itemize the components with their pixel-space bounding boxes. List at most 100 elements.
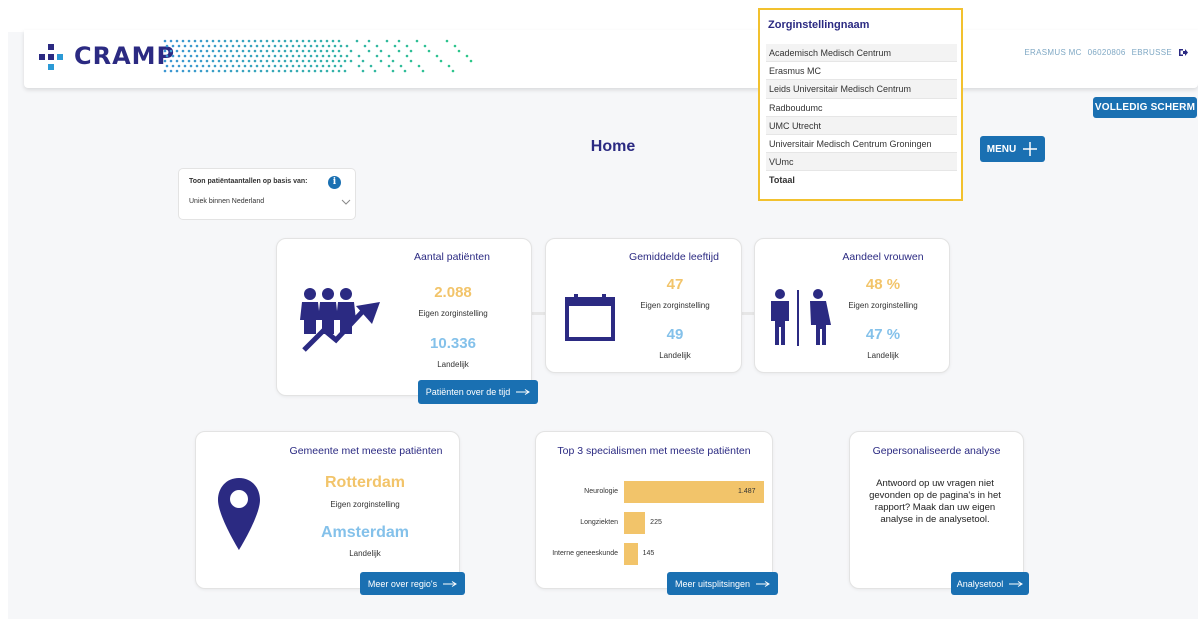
decorative-dot [303, 44, 307, 48]
decorative-dot [189, 54, 193, 58]
decorative-dot [325, 69, 329, 73]
decorative-dot [369, 64, 373, 68]
more-breakdowns-button[interactable]: Meer uitsplitsingen [667, 572, 778, 595]
decorative-dot [469, 59, 473, 63]
bar-value-label: 225 [650, 519, 662, 526]
decorative-dot [357, 64, 361, 68]
bar-category-label: Neurologie [584, 488, 618, 495]
decorative-dot [387, 54, 391, 58]
dropdown-option[interactable]: VUmc [766, 153, 957, 172]
dropdown-option[interactable]: Universitair Medisch Centrum Groningen [766, 135, 957, 154]
decorative-dot [165, 54, 169, 58]
decorative-dot [327, 54, 331, 58]
decorative-dot [393, 44, 397, 48]
menu-button[interactable]: MENU [980, 136, 1045, 162]
user-id: 06020806 [1087, 48, 1126, 57]
more-regions-button[interactable]: Meer over regio's [360, 572, 465, 595]
decorative-dot [279, 44, 283, 48]
fullscreen-button[interactable]: VOLLEDIG SCHERM [1093, 97, 1197, 118]
decorative-dot [181, 69, 185, 73]
logout-icon[interactable] [1178, 48, 1188, 57]
decorative-dot [313, 69, 317, 73]
decorative-dot [225, 54, 229, 58]
municipality-national-value: Amsterdam [320, 524, 410, 541]
decorative-dot [439, 59, 443, 63]
decorative-dot [361, 69, 365, 73]
decorative-dot [229, 59, 233, 63]
dropdown-option[interactable]: Erasmus MC [766, 62, 957, 81]
dropdown-option[interactable]: Radboudumc [766, 99, 957, 117]
decorative-dot [361, 59, 365, 63]
decorative-dot [289, 39, 293, 43]
decorative-dot [321, 64, 325, 68]
decorative-dot [315, 44, 319, 48]
decorative-dot [169, 59, 173, 63]
decorative-dot [283, 59, 287, 63]
decorative-dot [319, 59, 323, 63]
decorative-dot [265, 39, 269, 43]
location-pin-icon [218, 478, 260, 550]
patients-national-value: 10.336 [430, 335, 476, 352]
decorative-dot [213, 44, 217, 48]
card-municipality-title: Gemeente met meeste patiënten [289, 445, 443, 457]
decorative-dot [403, 69, 407, 73]
decorative-dot [391, 69, 395, 73]
decorative-dot [283, 49, 287, 53]
decorative-dot [309, 54, 313, 58]
decorative-dot [253, 59, 257, 63]
decorative-dot [315, 64, 319, 68]
calendar-icon [565, 294, 615, 341]
dropdown-list: Academisch Medisch Centrum Erasmus MC Le… [766, 44, 957, 190]
card-specialisms-title: Top 3 specialismen met meeste patiënten [557, 445, 751, 457]
decorative-dot [363, 44, 367, 48]
bar-value-label: 145 [642, 550, 655, 557]
dropdown-option[interactable]: Leids Universitair Medisch Centrum [766, 80, 957, 99]
logo-icon [39, 44, 63, 70]
decorative-dot [349, 49, 353, 53]
decorative-dot [183, 54, 187, 58]
patients-own-value: 2.088 [434, 284, 472, 301]
decorative-dot [465, 54, 469, 58]
decorative-dot [339, 44, 343, 48]
decorative-dot [295, 59, 299, 63]
dropdown-option[interactable]: Academisch Medisch Centrum [766, 44, 957, 63]
decorative-dot [435, 54, 439, 58]
women-own-value: 48 % [865, 276, 901, 293]
decorative-dot [279, 64, 283, 68]
decorative-dot [265, 69, 269, 73]
user-name[interactable]: EBRUSSE [1132, 48, 1172, 57]
decorative-dot [277, 69, 281, 73]
women-own-label: Eigen zorginstelling [848, 301, 918, 310]
patients-over-time-button[interactable]: Patiënten over de tijd [418, 380, 538, 404]
municipality-national-label: Landelijk [349, 549, 381, 558]
decorative-dot [387, 64, 391, 68]
decorative-dot [175, 39, 179, 43]
decorative-dot [241, 39, 245, 43]
decorative-dot [249, 44, 253, 48]
decorative-dot [235, 49, 239, 53]
decorative-dot [259, 69, 263, 73]
decorative-dot [271, 59, 275, 63]
decorative-dot [271, 39, 275, 43]
decorative-dot [235, 59, 239, 63]
info-icon[interactable]: i [328, 176, 341, 189]
decorative-dot [345, 44, 349, 48]
analysis-tool-button[interactable]: Analysetool [951, 572, 1029, 595]
decorative-dot [307, 39, 311, 43]
decorative-dot [277, 59, 281, 63]
organization-dropdown[interactable]: Zorginstellingnaam Academisch Medisch Ce… [758, 8, 963, 201]
decorative-dot [331, 39, 335, 43]
decorative-dot [339, 54, 343, 58]
decorative-dot [289, 59, 293, 63]
filter-select[interactable]: Uniek binnen Nederland [189, 198, 351, 206]
plus-icon [1023, 142, 1038, 156]
decorative-dot [291, 44, 295, 48]
more-regions-label: Meer over regio's [367, 578, 438, 589]
municipality-own-label: Eigen zorginstelling [330, 500, 400, 509]
dropdown-option-total[interactable]: Totaal [766, 171, 957, 190]
card-patients-title: Aantal patiënten [414, 251, 490, 263]
arrow-right-icon [756, 580, 770, 587]
decorative-dot [169, 69, 173, 73]
dropdown-option[interactable]: UMC Utrecht [766, 116, 957, 135]
decorative-dot [229, 49, 233, 53]
